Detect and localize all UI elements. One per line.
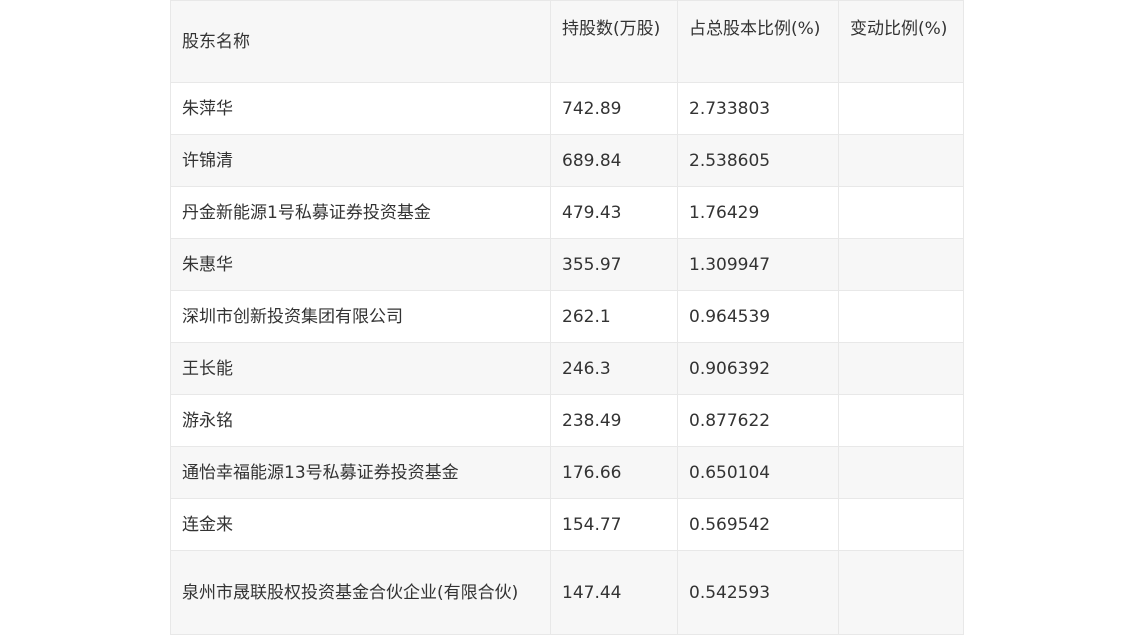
- table-row: 王长能 246.3 0.906392: [170, 342, 964, 395]
- cell-change-ratio: [838, 134, 964, 187]
- cell-share-ratio: 2.733803: [677, 82, 839, 135]
- cell-shareholder-name: 朱萍华: [170, 82, 551, 135]
- cell-change-ratio: [838, 394, 964, 447]
- cell-share-ratio: 0.877622: [677, 394, 839, 447]
- table-header: 股东名称 持股数(万股) 占总股本比例(%) 变动比例(%): [170, 0, 964, 83]
- cell-shares: 238.49: [550, 394, 678, 447]
- cell-share-ratio: 0.569542: [677, 498, 839, 551]
- cell-shares: 355.97: [550, 238, 678, 291]
- header-shareholder-name: 股东名称: [170, 0, 551, 83]
- table-row: 游永铭 238.49 0.877622: [170, 394, 964, 447]
- cell-shares: 742.89: [550, 82, 678, 135]
- shareholder-table: 股东名称 持股数(万股) 占总股本比例(%) 变动比例(%) 朱萍华 742.8…: [170, 0, 964, 635]
- cell-change-ratio: [838, 186, 964, 239]
- cell-shareholder-name: 游永铭: [170, 394, 551, 447]
- cell-change-ratio: [838, 446, 964, 499]
- cell-shareholder-name: 王长能: [170, 342, 551, 395]
- table-row: 朱萍华 742.89 2.733803: [170, 82, 964, 135]
- cell-shares: 262.1: [550, 290, 678, 343]
- cell-change-ratio: [838, 498, 964, 551]
- table-row: 丹金新能源1号私募证券投资基金 479.43 1.76429: [170, 186, 964, 239]
- header-row: 股东名称 持股数(万股) 占总股本比例(%) 变动比例(%): [170, 0, 964, 83]
- cell-shares: 147.44: [550, 550, 678, 635]
- cell-change-ratio: [838, 238, 964, 291]
- header-shares: 持股数(万股): [550, 0, 678, 83]
- cell-change-ratio: [838, 82, 964, 135]
- table-row: 许锦清 689.84 2.538605: [170, 134, 964, 187]
- cell-shares: 154.77: [550, 498, 678, 551]
- cell-share-ratio: 0.964539: [677, 290, 839, 343]
- cell-change-ratio: [838, 342, 964, 395]
- table-row: 深圳市创新投资集团有限公司 262.1 0.964539: [170, 290, 964, 343]
- table-row: 连金来 154.77 0.569542: [170, 498, 964, 551]
- cell-share-ratio: 0.906392: [677, 342, 839, 395]
- table-row: 通怡幸福能源13号私募证券投资基金 176.66 0.650104: [170, 446, 964, 499]
- header-change-ratio: 变动比例(%): [838, 0, 964, 83]
- table-row: 泉州市晟联股权投资基金合伙企业(有限合伙) 147.44 0.542593: [170, 550, 964, 635]
- cell-share-ratio: 1.309947: [677, 238, 839, 291]
- cell-shares: 246.3: [550, 342, 678, 395]
- cell-shareholder-name: 连金来: [170, 498, 551, 551]
- cell-share-ratio: 2.538605: [677, 134, 839, 187]
- header-share-ratio: 占总股本比例(%): [677, 0, 839, 83]
- cell-shareholder-name: 许锦清: [170, 134, 551, 187]
- cell-share-ratio: 0.650104: [677, 446, 839, 499]
- table-body: 朱萍华 742.89 2.733803 许锦清 689.84 2.538605 …: [170, 82, 964, 635]
- cell-change-ratio: [838, 290, 964, 343]
- cell-shares: 689.84: [550, 134, 678, 187]
- cell-shareholder-name: 丹金新能源1号私募证券投资基金: [170, 186, 551, 239]
- cell-change-ratio: [838, 550, 964, 635]
- cell-shareholder-name: 深圳市创新投资集团有限公司: [170, 290, 551, 343]
- cell-shareholder-name: 泉州市晟联股权投资基金合伙企业(有限合伙): [170, 550, 551, 635]
- table-row: 朱惠华 355.97 1.309947: [170, 238, 964, 291]
- cell-share-ratio: 0.542593: [677, 550, 839, 635]
- cell-shareholder-name: 通怡幸福能源13号私募证券投资基金: [170, 446, 551, 499]
- cell-shares: 176.66: [550, 446, 678, 499]
- cell-shareholder-name: 朱惠华: [170, 238, 551, 291]
- cell-shares: 479.43: [550, 186, 678, 239]
- cell-share-ratio: 1.76429: [677, 186, 839, 239]
